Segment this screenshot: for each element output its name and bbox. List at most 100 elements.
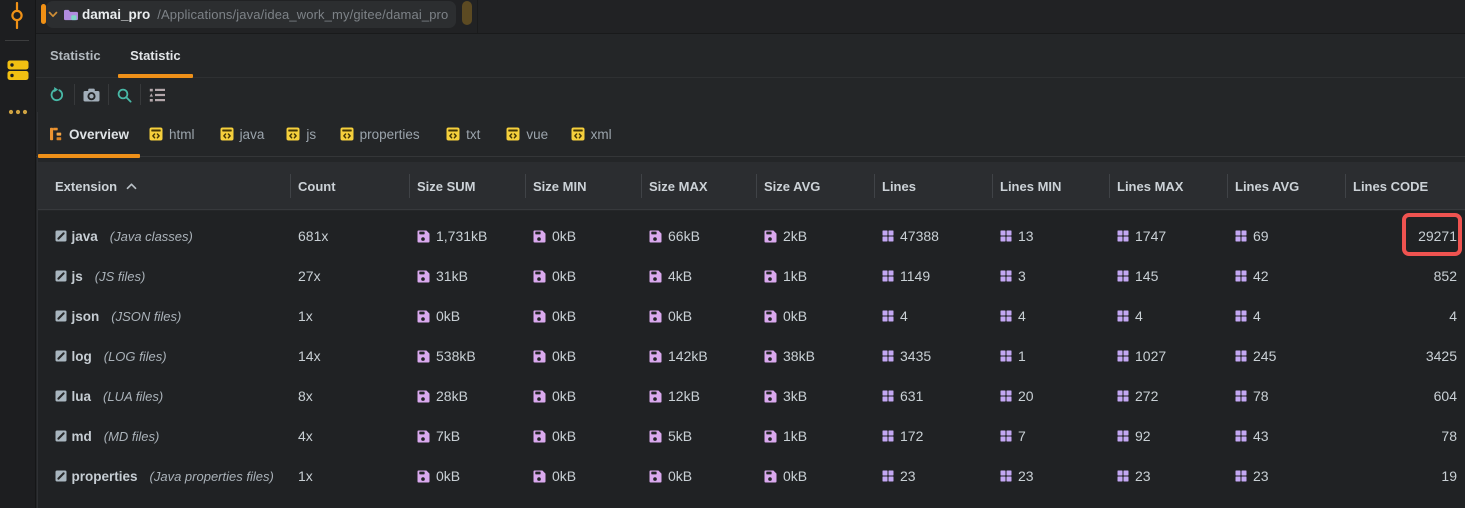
cell-size-avg[interactable]: 0kB	[756, 456, 874, 496]
cell-size-min[interactable]: 0kB	[525, 296, 641, 336]
cell-extension[interactable]: log(LOG files)	[38, 336, 290, 376]
column-header-lines-avg[interactable]: Lines AVG	[1227, 162, 1345, 209]
cell-lines-code[interactable]: 19	[1345, 456, 1465, 496]
file-tab-properties[interactable]: properties	[329, 112, 431, 156]
table-row-properties[interactable]: properties(Java properties files) 1x 0kB…	[38, 456, 1465, 496]
column-header-lines[interactable]: Lines	[874, 162, 992, 209]
cell-size-max[interactable]: 66kB	[641, 216, 756, 256]
cell-lines-min[interactable]: 23	[992, 456, 1109, 496]
column-header-size-sum[interactable]: Size SUM	[409, 162, 525, 209]
cell-lines-max[interactable]: 1747	[1109, 216, 1227, 256]
table-row-java[interactable]: java(Java classes) 681x 1,731kB 0kB 66kB…	[38, 216, 1465, 256]
cell-lines[interactable]: 3435	[874, 336, 992, 376]
cell-size-sum[interactable]: 538kB	[409, 336, 525, 376]
search-button[interactable]	[112, 78, 136, 112]
cell-extension[interactable]: md(MD files)	[38, 416, 290, 456]
cell-size-avg[interactable]: 1kB	[756, 256, 874, 296]
file-tab-js[interactable]: js	[275, 112, 327, 156]
refresh-button[interactable]	[44, 78, 68, 112]
cell-lines-code[interactable]: 29271	[1345, 216, 1465, 256]
cell-size-min[interactable]: 0kB	[525, 376, 641, 416]
cell-lines-min[interactable]: 3	[992, 256, 1109, 296]
cell-size-max[interactable]: 5kB	[641, 416, 756, 456]
cell-lines-code[interactable]: 3425	[1345, 336, 1465, 376]
cell-lines[interactable]: 1149	[874, 256, 992, 296]
cell-lines-code[interactable]: 604	[1345, 376, 1465, 416]
cell-extension[interactable]: json(JSON files)	[38, 296, 290, 336]
cell-size-sum[interactable]: 28kB	[409, 376, 525, 416]
file-tab-overview[interactable]: Overview	[38, 112, 140, 156]
cell-size-max[interactable]: 0kB	[641, 296, 756, 336]
cell-size-max[interactable]: 0kB	[641, 456, 756, 496]
cell-lines[interactable]: 23	[874, 456, 992, 496]
content-tab-statistic[interactable]: Statistic	[118, 34, 193, 77]
cell-size-avg[interactable]: 1kB	[756, 416, 874, 456]
cell-lines-avg[interactable]: 23	[1227, 456, 1345, 496]
cell-lines-code[interactable]: 852	[1345, 256, 1465, 296]
vertical-scrollbar-thumb[interactable]	[462, 1, 472, 25]
column-header-lines-code[interactable]: Lines CODE	[1345, 162, 1465, 209]
column-header-size-max[interactable]: Size MAX	[641, 162, 756, 209]
file-tab-java[interactable]: java	[209, 112, 276, 156]
cell-lines-avg[interactable]: 69	[1227, 216, 1345, 256]
cell-lines-max[interactable]: 92	[1109, 416, 1227, 456]
cell-size-avg[interactable]: 38kB	[756, 336, 874, 376]
cell-lines-max[interactable]: 272	[1109, 376, 1227, 416]
table-row-log[interactable]: log(LOG files) 14x 538kB 0kB 142kB 38kB …	[38, 336, 1465, 376]
cell-extension[interactable]: properties(Java properties files)	[38, 456, 290, 496]
cell-extension[interactable]: js(JS files)	[38, 256, 290, 296]
cell-size-sum[interactable]: 0kB	[409, 456, 525, 496]
cell-size-sum[interactable]: 0kB	[409, 296, 525, 336]
cell-lines-min[interactable]: 4	[992, 296, 1109, 336]
cell-lines-avg[interactable]: 43	[1227, 416, 1345, 456]
cell-size-sum[interactable]: 31kB	[409, 256, 525, 296]
cell-size-min[interactable]: 0kB	[525, 216, 641, 256]
cell-size-max[interactable]: 142kB	[641, 336, 756, 376]
column-header-count[interactable]: Count	[290, 162, 409, 209]
table-row-json[interactable]: json(JSON files) 1x 0kB 0kB 0kB 0kB 4 4 …	[38, 296, 1465, 336]
filter-list-button[interactable]	[145, 78, 169, 112]
cell-lines-max[interactable]: 23	[1109, 456, 1227, 496]
project-tree-selected-node[interactable]: damai_pro /Applications/java/idea_work_m…	[46, 1, 456, 28]
column-header-size-avg[interactable]: Size AVG	[756, 162, 874, 209]
table-row-lua[interactable]: lua(LUA files) 8x 28kB 0kB 12kB 3kB 631 …	[38, 376, 1465, 416]
cell-extension[interactable]: java(Java classes)	[38, 216, 290, 256]
column-header-extension[interactable]: Extension	[38, 162, 290, 209]
cell-lines[interactable]: 4	[874, 296, 992, 336]
cell-lines-avg[interactable]: 78	[1227, 376, 1345, 416]
file-tab-xml[interactable]: xml	[560, 112, 623, 156]
cell-count[interactable]: 8x	[290, 376, 409, 416]
cell-size-max[interactable]: 4kB	[641, 256, 756, 296]
cell-lines-min[interactable]: 13	[992, 216, 1109, 256]
column-header-lines-min[interactable]: Lines MIN	[992, 162, 1109, 209]
cell-lines-min[interactable]: 7	[992, 416, 1109, 456]
table-row-md[interactable]: md(MD files) 4x 7kB 0kB 5kB 1kB 172 7 92…	[38, 416, 1465, 456]
cell-lines-avg[interactable]: 4	[1227, 296, 1345, 336]
cell-size-max[interactable]: 12kB	[641, 376, 756, 416]
cell-size-min[interactable]: 0kB	[525, 336, 641, 376]
cell-size-avg[interactable]: 2kB	[756, 216, 874, 256]
file-tab-txt[interactable]: txt	[435, 112, 491, 156]
cell-count[interactable]: 27x	[290, 256, 409, 296]
cell-count[interactable]: 14x	[290, 336, 409, 376]
cell-size-sum[interactable]: 1,731kB	[409, 216, 525, 256]
column-header-size-min[interactable]: Size MIN	[525, 162, 641, 209]
cell-size-sum[interactable]: 7kB	[409, 416, 525, 456]
statistic-toolwindow-button[interactable]	[7, 60, 29, 86]
more-toolwindows-button[interactable]	[8, 102, 28, 120]
cell-lines[interactable]: 631	[874, 376, 992, 416]
cell-lines-avg[interactable]: 42	[1227, 256, 1345, 296]
cell-count[interactable]: 1x	[290, 456, 409, 496]
column-header-lines-max[interactable]: Lines MAX	[1109, 162, 1227, 209]
cell-count[interactable]: 4x	[290, 416, 409, 456]
cell-lines-avg[interactable]: 245	[1227, 336, 1345, 376]
cell-count[interactable]: 681x	[290, 216, 409, 256]
cell-lines-min[interactable]: 20	[992, 376, 1109, 416]
cell-lines[interactable]: 47388	[874, 216, 992, 256]
cell-count[interactable]: 1x	[290, 296, 409, 336]
table-row-js[interactable]: js(JS files) 27x 31kB 0kB 4kB 1kB 1149 3…	[38, 256, 1465, 296]
cell-lines-code[interactable]: 78	[1345, 416, 1465, 456]
cell-lines-min[interactable]: 1	[992, 336, 1109, 376]
cell-size-avg[interactable]: 3kB	[756, 376, 874, 416]
cell-size-min[interactable]: 0kB	[525, 416, 641, 456]
